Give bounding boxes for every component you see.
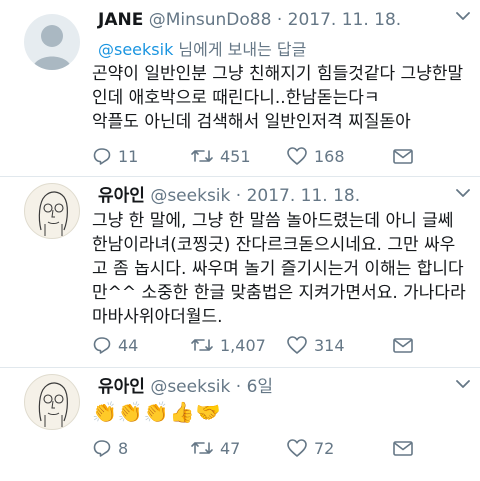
more-menu[interactable] bbox=[456, 6, 470, 25]
tweet-2[interactable]: 유아인 @seeksik · 2017. 11. 18. 그냥 한 말에, 그냥… bbox=[0, 177, 480, 367]
tweet-date[interactable]: 2017. 11. 18. bbox=[288, 10, 402, 30]
like-button[interactable]: 168 bbox=[286, 144, 345, 168]
sketch-portrait-icon bbox=[38, 382, 68, 427]
retweet-button[interactable]: 47 bbox=[190, 436, 240, 460]
tweet-line: 악플도 아닌데 검색해서 일반인저격 찌질돋아 bbox=[92, 112, 411, 132]
reply-mention-link[interactable]: @seeksik bbox=[98, 40, 173, 59]
tweet-date[interactable]: 2017. 11. 18. bbox=[247, 186, 361, 206]
reply-icon bbox=[93, 148, 111, 165]
like-count: 168 bbox=[314, 146, 345, 166]
retweet-count: 451 bbox=[220, 146, 251, 166]
like-count: 314 bbox=[314, 335, 345, 355]
tweet-line: 그냥 한 말에, 그냥 한 말씀 놀아드렸는데 아니 글쎄 bbox=[92, 211, 454, 231]
tweet-line: 고 좀 놉시다. 싸우며 놀기 즐기시는거 이해는 합니다 bbox=[92, 259, 464, 279]
reply-count: 11 bbox=[118, 146, 139, 166]
tweet-actions: 11 451 168 bbox=[92, 144, 472, 168]
separator: · bbox=[230, 377, 247, 397]
retweet-icon bbox=[191, 150, 213, 162]
retweet-button[interactable]: 451 bbox=[190, 144, 251, 168]
separator: · bbox=[230, 186, 247, 206]
tweet-text: 그냥 한 말에, 그냥 한 말씀 놀아드렸는데 아니 글쎄 한남이라녀(코찡긋)… bbox=[92, 209, 472, 329]
reply-count: 8 bbox=[118, 438, 129, 458]
tweet-line: 인데 애호박으로 때린다니..한남돋는다ㅋ bbox=[92, 88, 380, 108]
tweet-line: 한남이라녀(코찡긋) 잔다르크돋으시네요. 그만 싸우 bbox=[92, 235, 456, 255]
tweet-line: 곤약이 일반인분 그냥 친해지기 힘들것같다 그냥한말 bbox=[92, 64, 464, 84]
user-handle[interactable]: @seeksik bbox=[150, 186, 230, 206]
retweet-icon bbox=[191, 442, 213, 454]
tweet-3[interactable]: 유아인 @seeksik · 6일 👏👏👏👍🤝 8 47 72 bbox=[0, 368, 480, 481]
user-handle[interactable]: @MinsunDo88 bbox=[149, 10, 272, 30]
retweet-icon bbox=[191, 339, 213, 351]
reply-button[interactable]: 8 bbox=[92, 436, 128, 460]
tweet-line: 만^^ 소중한 한글 맞춤법은 지켜가면서요. 가나다라 bbox=[92, 283, 466, 303]
chevron-down-icon bbox=[456, 189, 470, 197]
separator: · bbox=[271, 10, 288, 30]
reply-button[interactable]: 44 bbox=[92, 333, 138, 357]
user-handle[interactable]: @seeksik bbox=[150, 377, 230, 397]
envelope-icon bbox=[393, 441, 413, 456]
display-name[interactable]: 유아인 bbox=[98, 377, 145, 397]
avatar-default[interactable] bbox=[24, 14, 80, 70]
tweet-actions: 8 47 72 bbox=[92, 436, 472, 460]
tweet-header: 유아인 @seeksik · 2017. 11. 18. bbox=[98, 181, 360, 206]
display-name[interactable]: 유아인 bbox=[98, 186, 145, 206]
reply-suffix: 님에게 보내는 답글 bbox=[173, 40, 307, 59]
reply-context: @seeksik 님에게 보내는 답글 bbox=[98, 36, 306, 60]
more-menu[interactable] bbox=[456, 374, 470, 393]
sketch-portrait-icon bbox=[38, 191, 68, 236]
emoji-line: 👏👏👏👍🤝 bbox=[92, 400, 222, 424]
retweet-count: 47 bbox=[220, 438, 241, 458]
dm-button[interactable] bbox=[392, 333, 414, 357]
envelope-icon bbox=[393, 149, 413, 164]
retweet-button[interactable]: 1,407 bbox=[190, 333, 266, 357]
tweet-actions: 44 1,407 314 bbox=[92, 333, 472, 357]
avatar-sketch[interactable] bbox=[24, 374, 80, 430]
like-count: 72 bbox=[314, 438, 335, 458]
tweet-text: 곤약이 일반인분 그냥 친해지기 힘들것같다 그냥한말 인데 애호박으로 때린다… bbox=[92, 62, 472, 134]
like-button[interactable]: 72 bbox=[286, 436, 334, 460]
like-button[interactable]: 314 bbox=[286, 333, 345, 357]
envelope-icon bbox=[393, 338, 413, 353]
heart-icon bbox=[287, 147, 307, 165]
retweet-count: 1,407 bbox=[220, 335, 266, 355]
display-name[interactable]: JANE bbox=[98, 10, 143, 30]
reply-count: 44 bbox=[118, 335, 139, 355]
reply-icon bbox=[93, 440, 111, 457]
reply-button[interactable]: 11 bbox=[92, 144, 138, 168]
more-menu[interactable] bbox=[456, 183, 470, 202]
dm-button[interactable] bbox=[392, 144, 414, 168]
avatar-sketch[interactable] bbox=[24, 183, 80, 239]
tweet-text: 👏👏👏👍🤝 bbox=[92, 400, 472, 424]
heart-icon bbox=[287, 336, 307, 354]
tweet-1[interactable]: JANE @MinsunDo88 · 2017. 11. 18. @seeksi… bbox=[0, 0, 480, 176]
tweet-line: 마바사위아더월드. bbox=[92, 307, 223, 327]
dm-button[interactable] bbox=[392, 436, 414, 460]
chevron-down-icon bbox=[456, 12, 470, 20]
heart-icon bbox=[287, 439, 307, 457]
tweet-header: 유아인 @seeksik · 6일 bbox=[98, 372, 273, 397]
chevron-down-icon bbox=[456, 380, 470, 388]
default-profile-icon bbox=[32, 25, 72, 70]
tweet-header: JANE @MinsunDo88 · 2017. 11. 18. bbox=[98, 10, 401, 30]
reply-icon bbox=[93, 337, 111, 354]
tweet-date[interactable]: 6일 bbox=[247, 377, 273, 397]
